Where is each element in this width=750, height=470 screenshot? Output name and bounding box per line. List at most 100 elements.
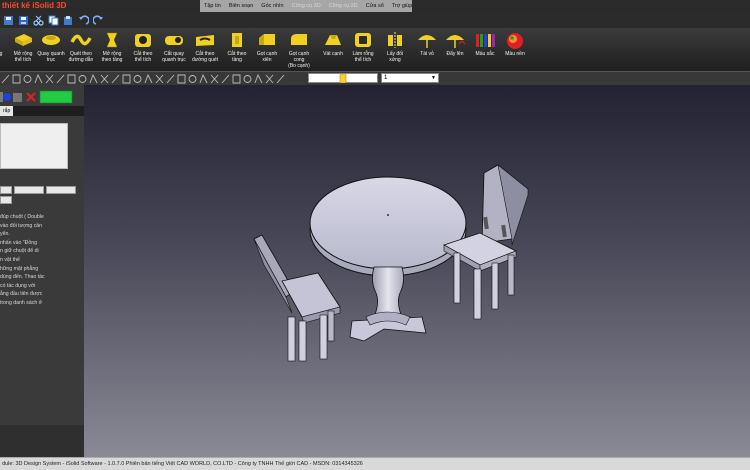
ribbon-tool-bevel[interactable]: Vát cạnh [318,30,348,71]
cut-loft-icon [232,33,242,47]
ribbon-tool-label: Cắt theo tầng [227,51,247,63]
sketch-tool-icon[interactable] [210,74,219,84]
background-color-icon [507,33,523,49]
bevel-icon [325,35,341,45]
ribbon-tool-label: Đẩy lên [446,51,464,57]
sketch-tool-icon[interactable] [265,74,274,84]
sketch-tool-icon[interactable] [45,74,54,84]
sketch-tool-icon[interactable] [89,73,98,84]
right-chair[interactable] [443,164,529,320]
sketch-tool-icon[interactable] [56,74,65,84]
menu-item-0[interactable]: Tập tin [200,0,225,12]
copy-icon[interactable] [47,14,59,26]
ribbon-tool-mirror[interactable]: Lấy đối xứng [380,30,410,71]
current-color-field[interactable] [308,73,378,83]
menu-item-6[interactable]: Trợ giúp [388,0,417,12]
input-field-1[interactable] [0,186,12,194]
save-icon[interactable] [17,14,29,26]
ribbon-tool-color-pencils[interactable]: Màu sắc [470,30,500,71]
selection-list[interactable] [0,123,68,169]
ribbon-tool-push-up[interactable]: Đẩy lên [440,30,470,71]
menu-item-4[interactable]: Công cụ 2D [325,0,362,12]
sketch-tool-icon[interactable] [243,75,252,83]
ribbon-tool-cut-sweep[interactable]: Cắt theo đường quét [190,30,220,71]
ribbon-tool-umbrella[interactable]: Tái vỏ [412,30,442,71]
sketch-tool-icon[interactable] [144,73,153,84]
ribbon-tool-label: Quay quanh trục [37,51,65,63]
ribbon-tool-cut-extrude[interactable]: Cắt theo thể tích [128,30,158,71]
ribbon-tool-label: Gọt cạnh xiên [256,51,278,63]
help-text: đúp chuột ( Double vào đối tượng cần yển… [0,214,45,306]
sketch-tool-icon[interactable] [111,74,120,84]
sketch-tool-icon[interactable] [177,74,186,84]
sweep-icon [70,34,92,46]
ribbon-tool-label: Cắt quay quanh trục [162,51,186,63]
sketch-tool-icon[interactable] [133,75,142,83]
sketch-tool-icon[interactable] [12,74,21,84]
ribbon-tool-extrude[interactable]: Mở rộng thể tích [8,30,38,71]
input-field-2[interactable] [14,186,44,194]
sketch-tool-icon[interactable] [122,74,131,84]
layer-select-value: 1 [384,75,388,81]
input-field-4[interactable] [0,196,12,204]
ribbon-tool-cut-revolve[interactable]: Cắt quay quanh trục [159,30,189,71]
undo-icon[interactable] [77,14,89,26]
layer-select[interactable]: 1 ▼ [381,73,439,83]
ribbon-tool-label: Mở rộng theo tầng [101,51,123,63]
sketch-tool-icon[interactable] [23,75,32,83]
redo-icon[interactable] [92,14,104,26]
tab-assembly[interactable]: rắp [0,106,14,116]
ribbon-tool-label: Làm rỗng thể tích [352,51,374,63]
close-icon[interactable] [26,92,36,102]
shell-icon [355,33,371,47]
menu-item-5[interactable]: Cửa sổ [362,0,388,12]
sketch-tool-icon[interactable] [78,75,87,83]
ribbon-tool-sweep[interactable]: Quét theo đường dẫn [66,30,96,71]
confirm-button[interactable] [39,90,73,104]
sketch-tool-icon[interactable] [199,73,208,84]
sketch-tool-icon[interactable] [155,74,164,84]
save-as-icon[interactable] [2,14,14,26]
push-up-icon [446,35,466,48]
menu-item-1[interactable]: Biên soạn [225,0,257,12]
sketch-tool-icon[interactable] [221,74,230,84]
ribbon-tool-label: Tái vỏ [420,51,434,57]
sketch-tool-icon[interactable] [67,74,76,84]
sketch-tool-icon[interactable] [232,74,241,84]
input-field-3[interactable] [46,186,76,194]
panel-tab-bar: rắp [0,106,84,116]
ribbon-tool-loft[interactable]: Mở rộng theo tầng [97,30,127,71]
menu-item-2[interactable]: Góc nhìn [257,0,287,12]
sketch-tools-strip[interactable] [0,72,310,86]
color-pencils-icon [476,34,495,47]
ribbon-tool-shell[interactable]: Làm rỗng thể tích [348,30,378,71]
cut-revolve-icon [165,36,183,45]
blue-dot-icon[interactable] [3,93,11,101]
sketch-tool-icon[interactable] [100,74,109,84]
sketch-tool-icon[interactable] [254,73,263,84]
cut-icon[interactable] [32,14,44,26]
ribbon-tool-background-color[interactable]: Màu nền [500,30,530,71]
ribbon-tool-fillet[interactable]: Gọt cạnh cong (Bo cạnh) [284,30,314,71]
sketch-tool-icon[interactable] [188,75,197,83]
sketch-tool-icon[interactable] [276,74,285,84]
ribbon-tool-chamfer[interactable]: Gọt cạnh xiên [252,30,282,71]
sketch-tool-icon[interactable] [166,74,175,84]
cut-extrude-icon [135,34,151,47]
ribbon-tool-cut-loft[interactable]: Cắt theo tầng [222,30,252,71]
extrude-icon [15,34,32,46]
ribbon-tool-label: Vát cạnh [323,51,343,57]
sketch-tool-icon[interactable] [34,73,43,84]
paste-icon[interactable] [62,14,74,26]
feature-ribbon: g Mở rộng thể tích Quay quanh trục Quét the… [0,28,750,71]
ribbon-tool-label: g [0,51,3,57]
ribbon-tool-revolve[interactable]: Quay quanh trục [36,30,66,71]
3d-viewport[interactable] [84,85,750,457]
mirror-icon [388,32,402,48]
tool-box-icon[interactable] [13,93,22,102]
fillet-icon [291,34,307,45]
sketch-tool-icon[interactable] [1,74,10,84]
model-scene [253,164,529,362]
app-title: thiết kế iSolid 3D [2,1,67,10]
menu-item-3[interactable]: Công cụ 3D [288,0,325,12]
